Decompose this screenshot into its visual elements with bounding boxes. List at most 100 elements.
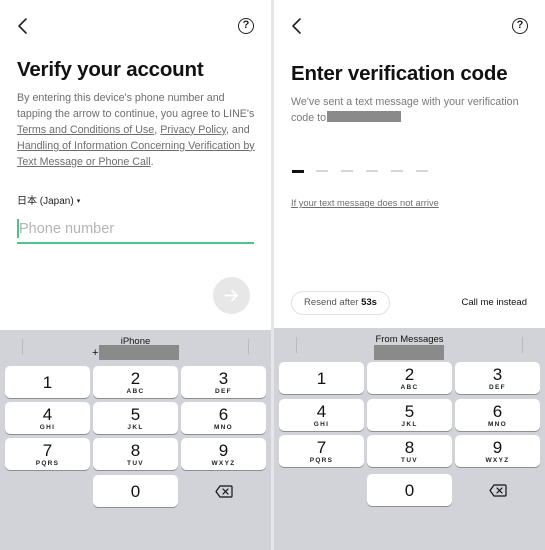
help-icon[interactable]: ? (238, 18, 254, 34)
country-selector[interactable]: 日本 (Japan) ▾ (17, 192, 80, 207)
text-cursor (17, 219, 19, 238)
autofill-suggestion[interactable]: iPhone + (0, 330, 271, 363)
key-5[interactable]: 5 JKL (367, 399, 452, 431)
resend-timer: 53s (361, 297, 377, 308)
key-digit: 7 (316, 438, 327, 457)
code-digit-slot (341, 170, 353, 172)
key-letters: JKL (127, 424, 144, 431)
key-digit: 9 (492, 438, 503, 457)
key-digit: 0 (404, 481, 415, 500)
key-letters: PQRS (35, 460, 60, 467)
phone-number-input[interactable] (17, 216, 254, 244)
arrow-right-icon (224, 289, 238, 302)
key-letters: JKL (401, 421, 418, 428)
key-1[interactable]: 1 (5, 366, 90, 398)
key-digit: 6 (218, 405, 229, 424)
key-7[interactable]: 7 PQRS (279, 435, 364, 467)
no-message-link[interactable]: If your text message does not arrive (291, 198, 439, 208)
key-3[interactable]: 3 DEF (455, 362, 540, 394)
key-letters: DEF (215, 388, 232, 395)
key-digit: 8 (130, 441, 141, 460)
key-letters: ABC (126, 388, 145, 395)
resend-button[interactable]: Resend after 53s (291, 291, 390, 315)
numeric-keyboard: iPhone + 1 2 ABC 3 DEF 4 GHI 5 JKL 6 MNO 7 PQRS 8 TUV 9… (0, 330, 271, 550)
backspace-key[interactable] (455, 474, 540, 506)
verification-code-screen: ? Enter verification code We've sent a t… (274, 0, 545, 550)
numeric-keyboard: From Messages 1 2 ABC 3 DEF 4 GHI 5 JKL 6 MNO 7 PQRS… (274, 328, 545, 550)
key-letters: MNO (213, 424, 234, 431)
backspace-icon (215, 485, 233, 498)
chevron-left-icon (18, 18, 27, 34)
key-digit: 6 (492, 402, 503, 421)
key-letters: WXYZ (211, 460, 236, 467)
suggestion-label: From Messages (375, 334, 444, 345)
autofill-suggestion[interactable]: From Messages (274, 328, 545, 361)
key-digit: 4 (316, 402, 327, 421)
key-digit: 2 (130, 369, 141, 388)
key-3[interactable]: 3 DEF (181, 366, 266, 398)
key-letters: TUV (401, 457, 418, 464)
key-0[interactable]: 0 (93, 475, 178, 507)
next-button[interactable] (213, 277, 250, 314)
terms-intro: By entering this device's phone number a… (17, 92, 255, 120)
backspace-key[interactable] (181, 475, 266, 507)
key-digit: 8 (404, 438, 415, 457)
subtitle-text: We've sent a text message with your veri… (291, 96, 519, 124)
redacted-code (374, 345, 444, 360)
key-9[interactable]: 9 WXYZ (181, 438, 266, 470)
key-digit: 7 (42, 441, 53, 460)
key-letters: ABC (400, 384, 419, 391)
key-5[interactable]: 5 JKL (93, 402, 178, 434)
code-digit-slot (391, 170, 403, 172)
key-2[interactable]: 2 ABC (93, 366, 178, 398)
key-letters: GHI (39, 424, 56, 431)
key-digit: 5 (404, 402, 415, 421)
resend-label: Resend after (304, 297, 359, 308)
period-text: . (150, 155, 154, 168)
verify-account-screen: ? Verify your account By entering this d… (0, 0, 271, 550)
back-button[interactable] (14, 14, 36, 38)
key-digit: 1 (316, 369, 327, 388)
redacted-number (327, 110, 402, 122)
backspace-icon (489, 484, 507, 497)
call-me-button[interactable]: Call me instead (462, 297, 527, 308)
code-digit-slot (366, 170, 378, 172)
verification-handling-link[interactable]: Handling of Information Concerning Verif… (17, 140, 255, 168)
key-letters: GHI (313, 421, 330, 428)
key-letters: PQRS (309, 457, 334, 464)
key-1[interactable]: 1 (279, 362, 364, 394)
key-digit: 3 (492, 365, 503, 384)
key-8[interactable]: 8 TUV (367, 435, 452, 467)
key-digit: 9 (218, 441, 229, 460)
key-9[interactable]: 9 WXYZ (455, 435, 540, 467)
terms-text: By entering this device's phone number a… (17, 91, 257, 171)
key-letters: DEF (489, 384, 506, 391)
key-8[interactable]: 8 TUV (93, 438, 178, 470)
terms-link[interactable]: Terms and Conditions of Use (17, 124, 154, 136)
sent-message-text: We've sent a text message with your veri… (291, 95, 536, 126)
key-6[interactable]: 6 MNO (181, 402, 266, 434)
redacted-number (99, 345, 179, 360)
chevron-left-icon (292, 18, 301, 34)
help-icon[interactable]: ? (512, 18, 528, 34)
comma-text: , (154, 123, 158, 136)
key-7[interactable]: 7 PQRS (5, 438, 90, 470)
key-2[interactable]: 2 ABC (367, 362, 452, 394)
key-6[interactable]: 6 MNO (455, 399, 540, 431)
key-4[interactable]: 4 GHI (5, 402, 90, 434)
code-digit-slot (316, 170, 328, 172)
code-digit-slot (292, 170, 304, 173)
key-4[interactable]: 4 GHI (279, 399, 364, 431)
suggestion-plus: + (92, 347, 99, 359)
key-digit: 0 (130, 482, 141, 501)
caret-down-icon: ▾ (76, 198, 81, 205)
key-letters: MNO (487, 421, 508, 428)
privacy-policy-link[interactable]: Privacy Policy (160, 124, 226, 136)
key-0[interactable]: 0 (367, 474, 452, 506)
back-button[interactable] (288, 14, 310, 38)
key-digit: 2 (404, 365, 415, 384)
key-digit: 5 (130, 405, 141, 424)
key-digit: 3 (218, 369, 229, 388)
country-label: 日本 (Japan) (17, 196, 74, 207)
page-title: Enter verification code (291, 62, 508, 85)
